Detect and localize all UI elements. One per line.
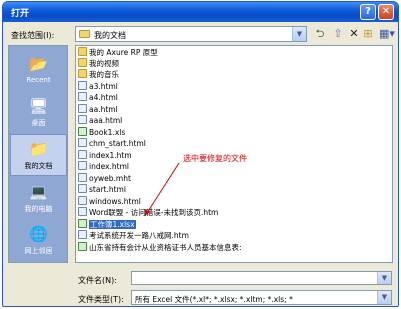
filename-field[interactable]: ▼ <box>131 271 392 285</box>
chevron-down-icon[interactable]: ▼ <box>377 272 391 284</box>
annotation-text: 选中要修复的文件 <box>183 154 247 163</box>
chevron-down-icon[interactable]: ▼ <box>377 291 391 304</box>
filetype-select[interactable]: 所有 Excel 文件(*.xl*; *.xlsx; *.xltm; *.xls… <box>131 290 392 305</box>
filetype-value: 所有 Excel 文件(*.xl*; *.xlsx; *.xltm; *.xls… <box>135 295 293 304</box>
open-dialog: 打开 ? ✕ 查找范围(I): 我的文档 ▼ ⮌ ⇧ ✕ ⊞ ▦▾ 📂 Rece… <box>2 1 399 307</box>
filename-label: 文件名(N): <box>78 276 117 285</box>
filetype-label: 文件类型(T): <box>78 295 124 304</box>
